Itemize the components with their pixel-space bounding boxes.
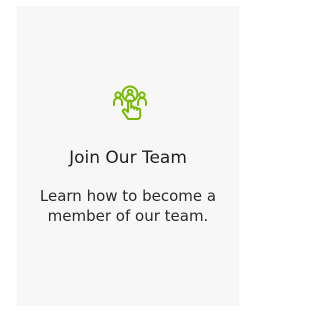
team-hand-pointer-icon <box>113 85 147 125</box>
card-title: Join Our Team <box>69 148 187 168</box>
join-team-card[interactable]: Join Our Team Learn how to become a memb… <box>17 6 239 306</box>
card-description: Learn how to become a member of our team… <box>39 187 217 225</box>
